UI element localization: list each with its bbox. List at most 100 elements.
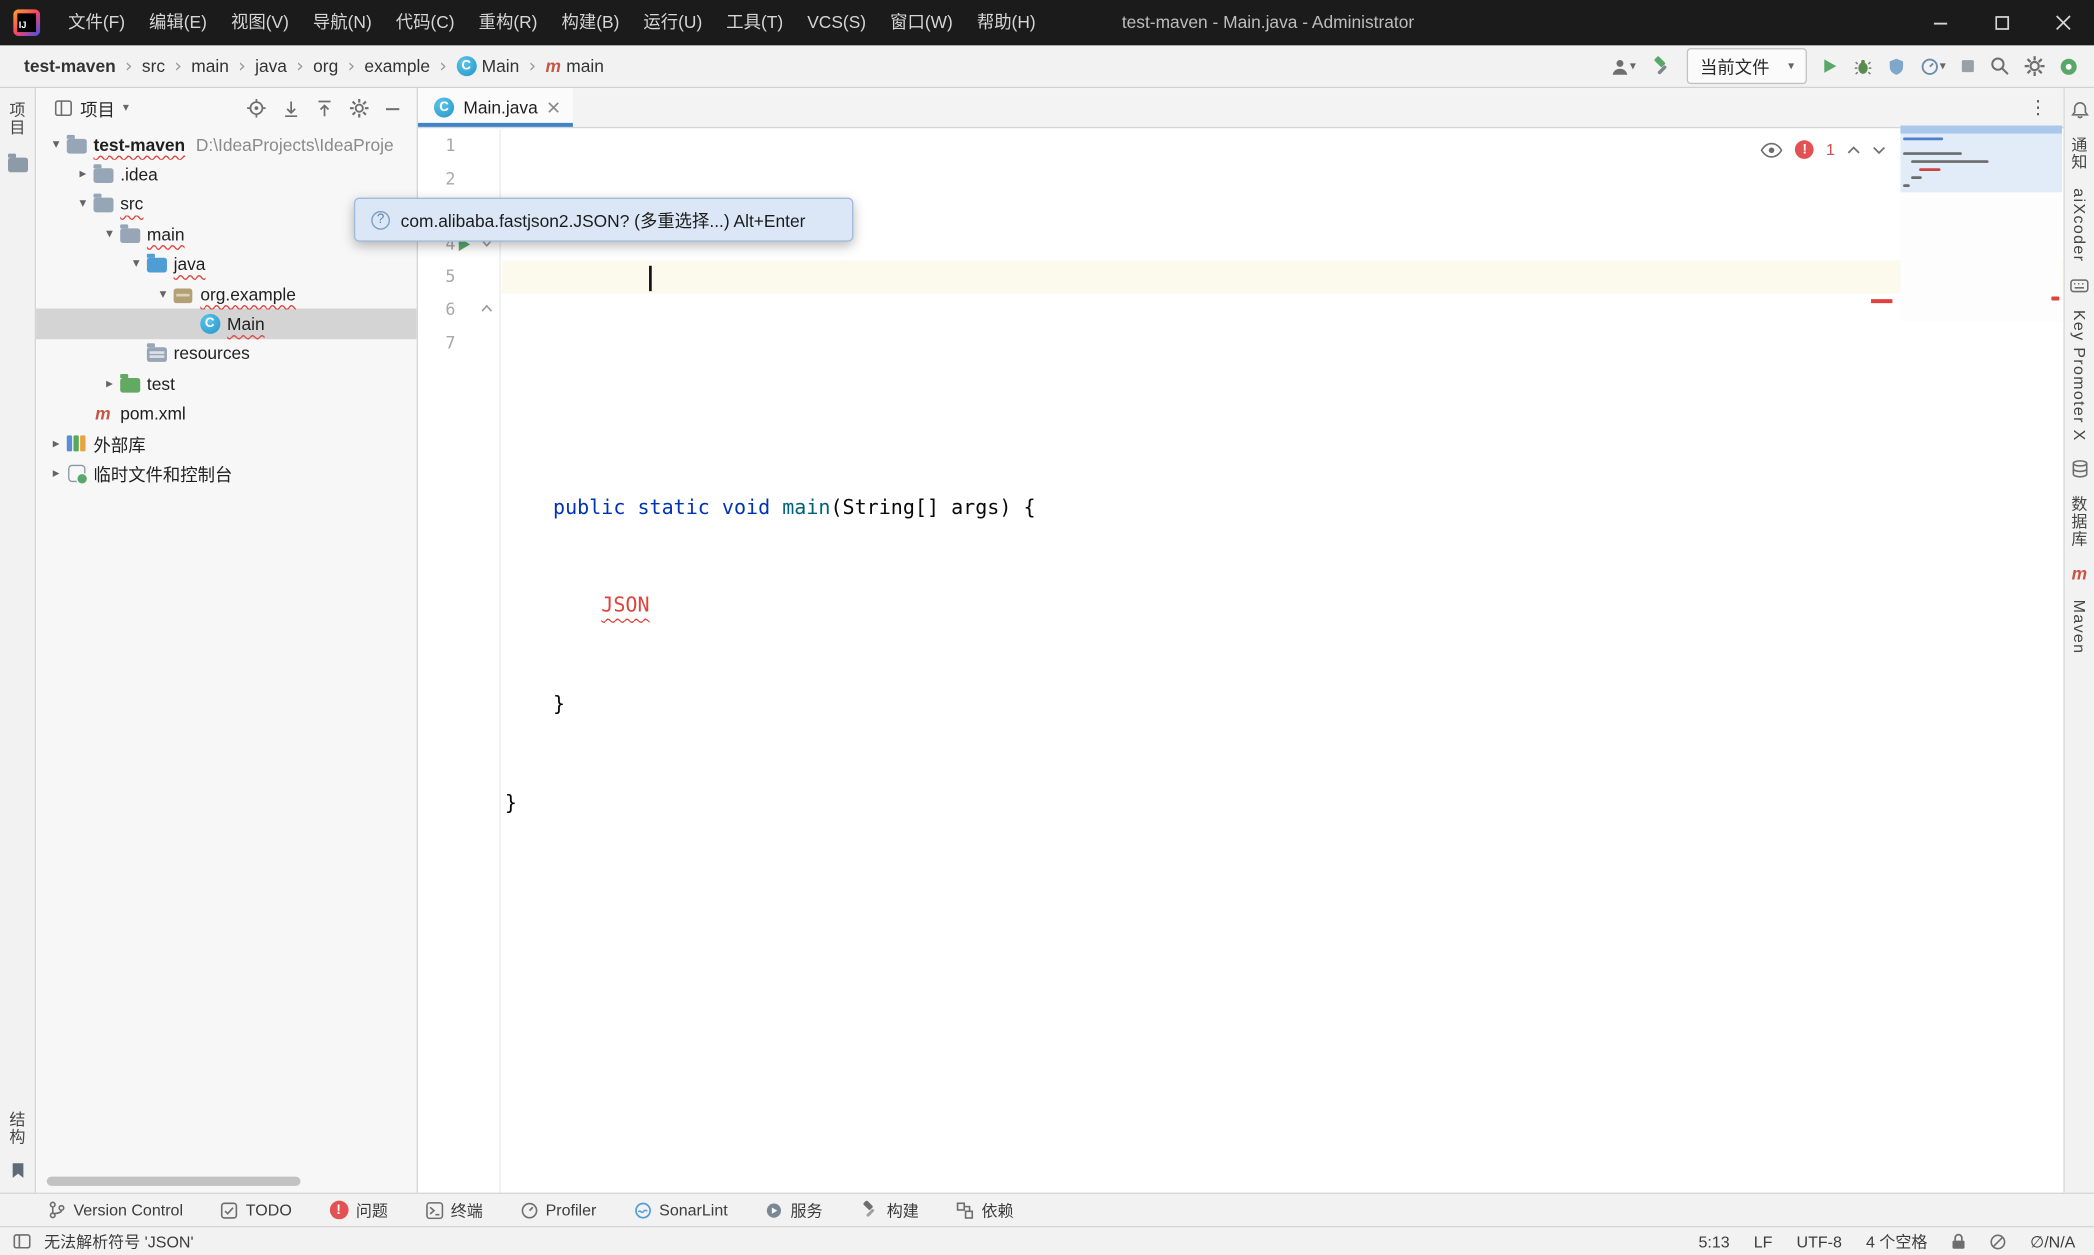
memory-indicator[interactable]: ∅/N/A [2030,1232,2075,1251]
plugin-icon[interactable] [2059,57,2078,76]
breadcrumb-project[interactable]: test-maven [21,56,118,76]
breadcrumb-org[interactable]: org [310,56,340,76]
panel-settings-gear-icon[interactable] [350,99,369,118]
tree-row-external-libs[interactable]: 外部库 [36,429,417,459]
menu-edit[interactable]: 编辑(E) [137,0,219,45]
run-with-coverage-button[interactable] [1888,57,1907,76]
tree-row-java[interactable]: java [36,249,417,279]
menu-navigate[interactable]: 导航(N) [301,0,384,45]
tree-row-project-root[interactable]: test-maven D:\IdeaProjects\IdeaProje [36,130,417,160]
chevron-down-icon[interactable] [123,101,129,114]
menu-code[interactable]: 代码(C) [384,0,467,45]
chevron-down-icon[interactable] [100,227,119,242]
tab-options-icon[interactable] [2029,97,2064,118]
tool-stripe-key-promoter[interactable]: Key Promoter X [2070,310,2089,442]
hide-panel-icon[interactable] [386,101,401,116]
run-configuration-selector[interactable]: 当前文件 [1687,48,1808,84]
tool-version-control[interactable]: Version Control [48,1201,183,1220]
tree-row-idea[interactable]: .idea [36,159,417,189]
tool-stripe-notifications[interactable]: 通知 [2068,136,2091,171]
menu-tools[interactable]: 工具(T) [714,0,795,45]
settings-gear-icon[interactable] [2025,56,2045,76]
collapse-all-icon[interactable] [317,99,333,116]
bell-icon[interactable] [2071,101,2088,118]
chevron-right-icon[interactable] [47,466,66,481]
chevron-right-icon[interactable] [47,436,66,451]
tool-stripe-maven[interactable]: Maven [2070,600,2089,655]
locate-file-icon[interactable] [247,99,266,118]
tab-main-java[interactable]: Main.java [418,88,572,127]
menu-vcs[interactable]: VCS(S) [795,0,878,45]
database-icon[interactable] [2071,460,2088,479]
breadcrumb-method-main[interactable]: main [543,56,607,76]
breadcrumb-example[interactable]: example [362,56,433,76]
keyboard-icon[interactable] [2070,280,2089,293]
folder-icon[interactable] [7,158,27,173]
menu-window[interactable]: 窗口(W) [878,0,965,45]
circle-slash-icon[interactable] [1990,1234,2006,1250]
next-error-icon[interactable] [1872,145,1885,154]
tool-stripe-project[interactable]: 项目 [6,101,29,136]
encoding-widget[interactable]: UTF-8 [1796,1232,1841,1251]
code-content[interactable]: package org.example; public static void … [502,130,2063,1193]
tree-row-main-class[interactable]: Main [36,309,417,339]
build-hammer-icon[interactable] [1651,55,1672,76]
breadcrumb-java[interactable]: java [252,56,289,76]
menu-refactor[interactable]: 重构(R) [467,0,550,45]
close-button[interactable] [2033,0,2094,45]
debug-button[interactable] [1854,57,1873,76]
tree-row-scratches[interactable]: 临时文件和控制台 [36,458,417,488]
profiler-button[interactable] [1921,57,1946,76]
tool-sonarlint[interactable]: SonarLint [634,1201,728,1220]
chevron-right-icon[interactable] [73,167,92,182]
tree-row-test[interactable]: test [36,369,417,399]
maximize-button[interactable] [1971,0,2032,45]
search-everywhere-icon[interactable] [1990,56,2010,76]
menu-run[interactable]: 运行(U) [631,0,714,45]
toolwindow-toggle-icon[interactable] [13,1234,30,1249]
tool-build[interactable]: 构建 [860,1199,919,1222]
breadcrumb-src[interactable]: src [139,56,168,76]
previous-error-icon[interactable] [1847,145,1860,154]
menu-view[interactable]: 视图(V) [219,0,301,45]
status-message[interactable]: 无法解析符号 'JSON' [44,1230,193,1253]
chevron-down-icon[interactable] [127,257,146,272]
tool-stripe-structure[interactable]: 结构 [6,1111,29,1146]
lock-icon[interactable] [1951,1233,1966,1250]
menu-build[interactable]: 构建(B) [549,0,631,45]
highlighting-eye-icon[interactable] [1761,141,1784,158]
tool-services[interactable]: 服务 [765,1199,822,1222]
tree-row-package[interactable]: org.example [36,279,417,309]
stop-button[interactable] [1961,59,1976,74]
tree-row-pom[interactable]: pom.xml [36,399,417,429]
close-tab-icon[interactable] [547,101,559,113]
import-suggestion-popup[interactable]: com.alibaba.fastjson2.JSON? (多重选择...) Al… [354,198,853,242]
fold-up-icon[interactable] [481,303,493,314]
chevron-right-icon[interactable] [100,376,119,391]
line-separator-widget[interactable]: LF [1754,1232,1773,1251]
error-stripe-mark[interactable] [1871,299,1892,303]
inspection-widget[interactable]: 1 [1761,140,1886,159]
indent-widget[interactable]: 4 个空格 [1866,1230,1927,1253]
tool-problems[interactable]: 问题 [329,1199,388,1222]
tool-stripe-aixcoder[interactable]: aiXcoder [2070,188,2089,262]
chevron-down-icon[interactable] [154,287,173,302]
chevron-down-icon[interactable] [47,137,66,152]
code-minimap[interactable] [1900,126,2062,322]
tool-profiler[interactable]: Profiler [520,1201,596,1220]
tool-todo[interactable]: TODO [220,1201,291,1220]
menu-help[interactable]: 帮助(H) [965,0,1048,45]
breadcrumb-main-dir[interactable]: main [189,56,232,76]
project-panel-title[interactable]: 项目 [80,95,115,120]
maven-icon[interactable] [2072,565,2087,582]
minimize-button[interactable] [1910,0,1971,45]
expand-all-icon[interactable] [283,99,299,116]
tool-stripe-database[interactable]: 数据库 [2068,496,2091,548]
chevron-down-icon[interactable] [73,197,92,212]
tool-dependencies[interactable]: 依赖 [956,1199,1013,1222]
run-button[interactable] [1822,57,1839,74]
breadcrumb-class-main[interactable]: Main [454,56,522,76]
bookmark-icon[interactable] [10,1162,25,1179]
horizontal-scrollbar[interactable] [47,1177,301,1186]
menu-file[interactable]: 文件(F) [56,0,137,45]
